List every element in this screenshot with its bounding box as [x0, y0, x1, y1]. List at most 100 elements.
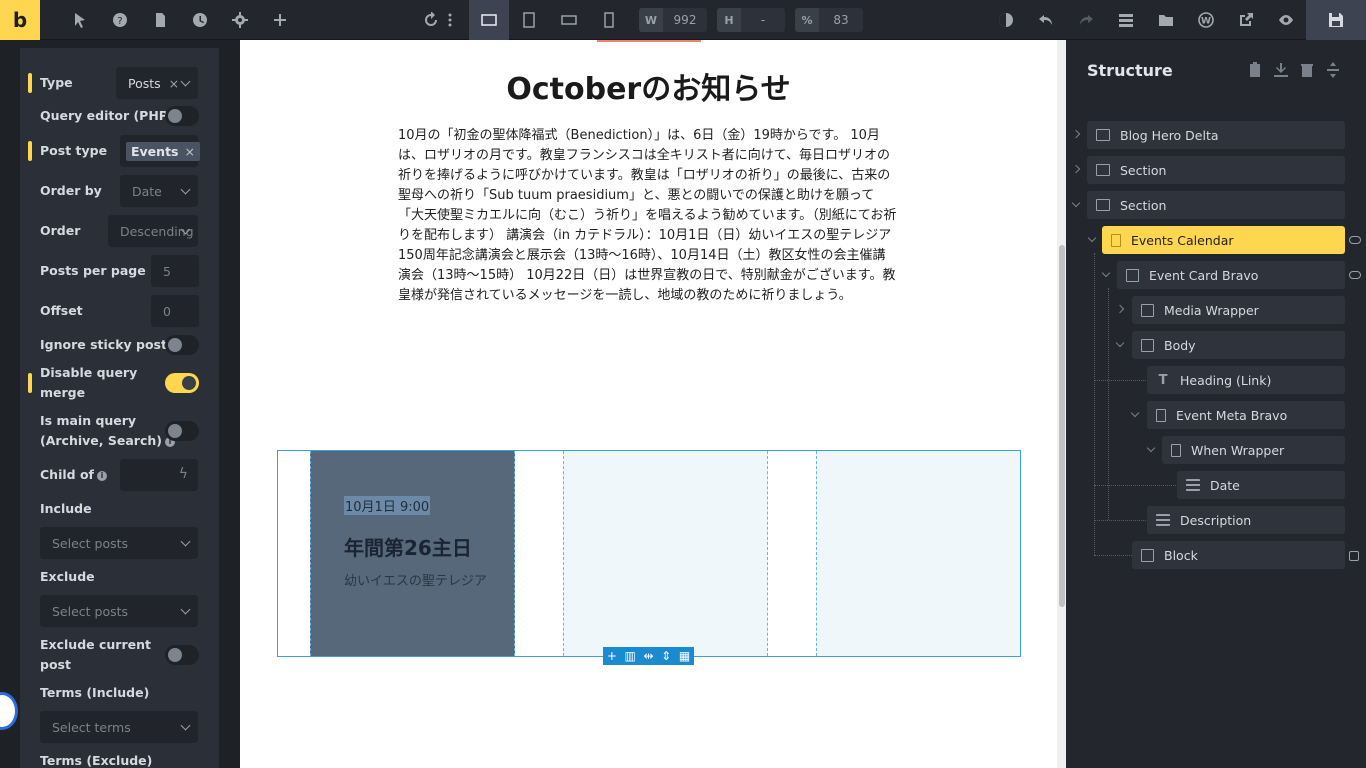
post-type-select[interactable]: Events × [120, 135, 200, 167]
section-icon [1096, 129, 1110, 141]
help-icon[interactable]: ? [110, 10, 130, 30]
event-title[interactable]: 年間第26主日 [344, 532, 472, 561]
conditions-icon[interactable] [1349, 551, 1359, 561]
settings-gear-icon[interactable] [230, 10, 250, 30]
folder-icon[interactable] [1156, 10, 1176, 30]
pointer-icon[interactable] [70, 10, 90, 30]
query-editor-label: Query editor (PHP) [40, 108, 174, 123]
body-paragraph[interactable]: 10月の「初金の聖体降福式（Benediction）」は、6日（金）19時からで… [398, 126, 898, 306]
pages-icon[interactable] [150, 10, 170, 30]
info-icon[interactable]: i [96, 470, 107, 481]
disable-merge-toggle[interactable] [165, 373, 199, 393]
grid-icon[interactable]: ▦ [679, 649, 690, 663]
tree-item-heading-link[interactable]: T Heading (Link) [1147, 366, 1345, 394]
include-select[interactable]: Select posts [40, 527, 198, 559]
exclude-current-label-line1: Exclude current [40, 637, 151, 652]
order-select[interactable]: Descending [108, 215, 198, 247]
resize-horizontal-icon[interactable]: ⇹ [643, 649, 653, 663]
post-type-tag: Events × [126, 141, 200, 161]
tree-item-section[interactable]: Section [1087, 191, 1345, 219]
clear-type-icon[interactable]: × [169, 76, 179, 91]
modified-indicator [28, 373, 32, 393]
tree-item-label: Block [1164, 547, 1198, 563]
terms-include-placeholder: Select terms [52, 719, 131, 735]
chevron-down-icon [180, 184, 191, 195]
exclude-current-toggle[interactable] [165, 645, 199, 665]
dynamic-data-bolt-icon[interactable]: ϟ [179, 466, 188, 482]
mobile-portrait-icon[interactable] [599, 10, 619, 30]
section-icon [1096, 164, 1110, 176]
link-icon[interactable] [1349, 236, 1361, 244]
contrast-icon[interactable] [996, 10, 1016, 30]
history-icon[interactable] [190, 10, 210, 30]
more-vertical-icon[interactable] [444, 10, 456, 30]
child-of-input[interactable]: ϟ [120, 459, 198, 491]
collapse-all-icon[interactable] [1325, 62, 1341, 78]
tree-item-blog-hero-delta[interactable]: Blog Hero Delta [1087, 121, 1345, 149]
tree-item-media-wrapper[interactable]: Media Wrapper [1132, 296, 1345, 324]
tablet-portrait-icon[interactable] [519, 10, 539, 30]
offset-input[interactable]: 0 [151, 295, 199, 327]
posts-per-page-input[interactable]: 5 [151, 255, 199, 287]
main-query-toggle[interactable] [165, 421, 199, 441]
tree-item-label: Media Wrapper [1164, 302, 1259, 318]
redo-icon[interactable] [1076, 10, 1096, 30]
chevron-down-icon [180, 76, 191, 87]
tree-item-date[interactable]: Date [1177, 471, 1345, 499]
external-link-icon[interactable] [1236, 10, 1256, 30]
modified-indicator [28, 141, 32, 161]
tree-item-event-card-bravo[interactable]: Event Card Bravo [1117, 261, 1345, 289]
tree-item-label: Heading (Link) [1180, 372, 1272, 388]
tree-item-block[interactable]: Block [1132, 541, 1345, 569]
child-of-label: Child of [40, 467, 94, 482]
clipboard-icon[interactable] [1247, 62, 1263, 78]
structure-panel-icon[interactable] [1116, 10, 1136, 30]
main-query-label-line1: Is main query [40, 413, 137, 428]
event-date[interactable]: 10月1日 9:00 [344, 496, 431, 515]
type-select[interactable]: Posts × [116, 67, 198, 99]
mobile-landscape-icon[interactable] [559, 10, 579, 30]
div-icon [1156, 408, 1166, 422]
order-by-select[interactable]: Date [120, 175, 198, 207]
add-icon[interactable]: + [607, 649, 617, 663]
remove-tag-icon[interactable]: × [184, 144, 194, 159]
tree-guide-line [1094, 253, 1095, 555]
add-element-icon[interactable] [270, 10, 290, 30]
tree-item-section[interactable]: Section [1087, 156, 1345, 184]
tree-item-when-wrapper[interactable]: When Wrapper [1162, 436, 1345, 464]
resize-vertical-icon[interactable]: ⇕ [661, 649, 671, 663]
text-basic-icon [1186, 479, 1200, 491]
terms-exclude-control: Terms (Exclude) [20, 751, 219, 768]
query-editor-toggle[interactable] [165, 106, 199, 126]
save-button[interactable] [1306, 0, 1366, 40]
bricks-logo[interactable]: b [0, 0, 40, 40]
link-icon[interactable] [1349, 271, 1361, 279]
terms-include-select[interactable]: Select terms [40, 711, 198, 743]
columns-icon[interactable]: ▥ [625, 649, 636, 663]
desktop-breakpoint-icon[interactable] [469, 0, 509, 40]
ignore-sticky-toggle[interactable] [165, 335, 199, 355]
tree-item-body[interactable]: Body [1132, 331, 1345, 359]
reload-icon[interactable] [421, 10, 441, 30]
download-icon[interactable] [1273, 62, 1289, 78]
canvas-scrollbar-thumb[interactable] [1059, 245, 1065, 607]
page-heading[interactable]: Octoberのお知らせ [240, 64, 1057, 108]
preview-eye-icon[interactable] [1276, 10, 1296, 30]
wordpress-icon[interactable]: W [1196, 10, 1216, 30]
trash-icon[interactable] [1299, 62, 1315, 78]
event-description[interactable]: 幼いイエスの聖テレジア [344, 572, 490, 592]
svg-text:W: W [1201, 17, 1211, 27]
undo-icon[interactable] [1036, 10, 1056, 30]
tree-item-events-calendar[interactable]: Events Calendar [1102, 226, 1345, 254]
zoom-field[interactable]: % 83 [795, 8, 863, 32]
include-placeholder: Select posts [52, 535, 129, 551]
width-tag: W [639, 8, 663, 32]
tree-item-event-meta-bravo[interactable]: Event Meta Bravo [1147, 401, 1345, 429]
width-field[interactable]: W 992 [639, 8, 707, 32]
disable-merge-control: Disable query merge [20, 363, 219, 403]
width-value: 992 [673, 13, 697, 27]
exclude-select[interactable]: Select posts [40, 595, 198, 627]
height-field[interactable]: H - [717, 8, 785, 32]
tree-item-description[interactable]: Description [1147, 506, 1345, 534]
child-of-label-wrap: Child of i [40, 465, 107, 485]
